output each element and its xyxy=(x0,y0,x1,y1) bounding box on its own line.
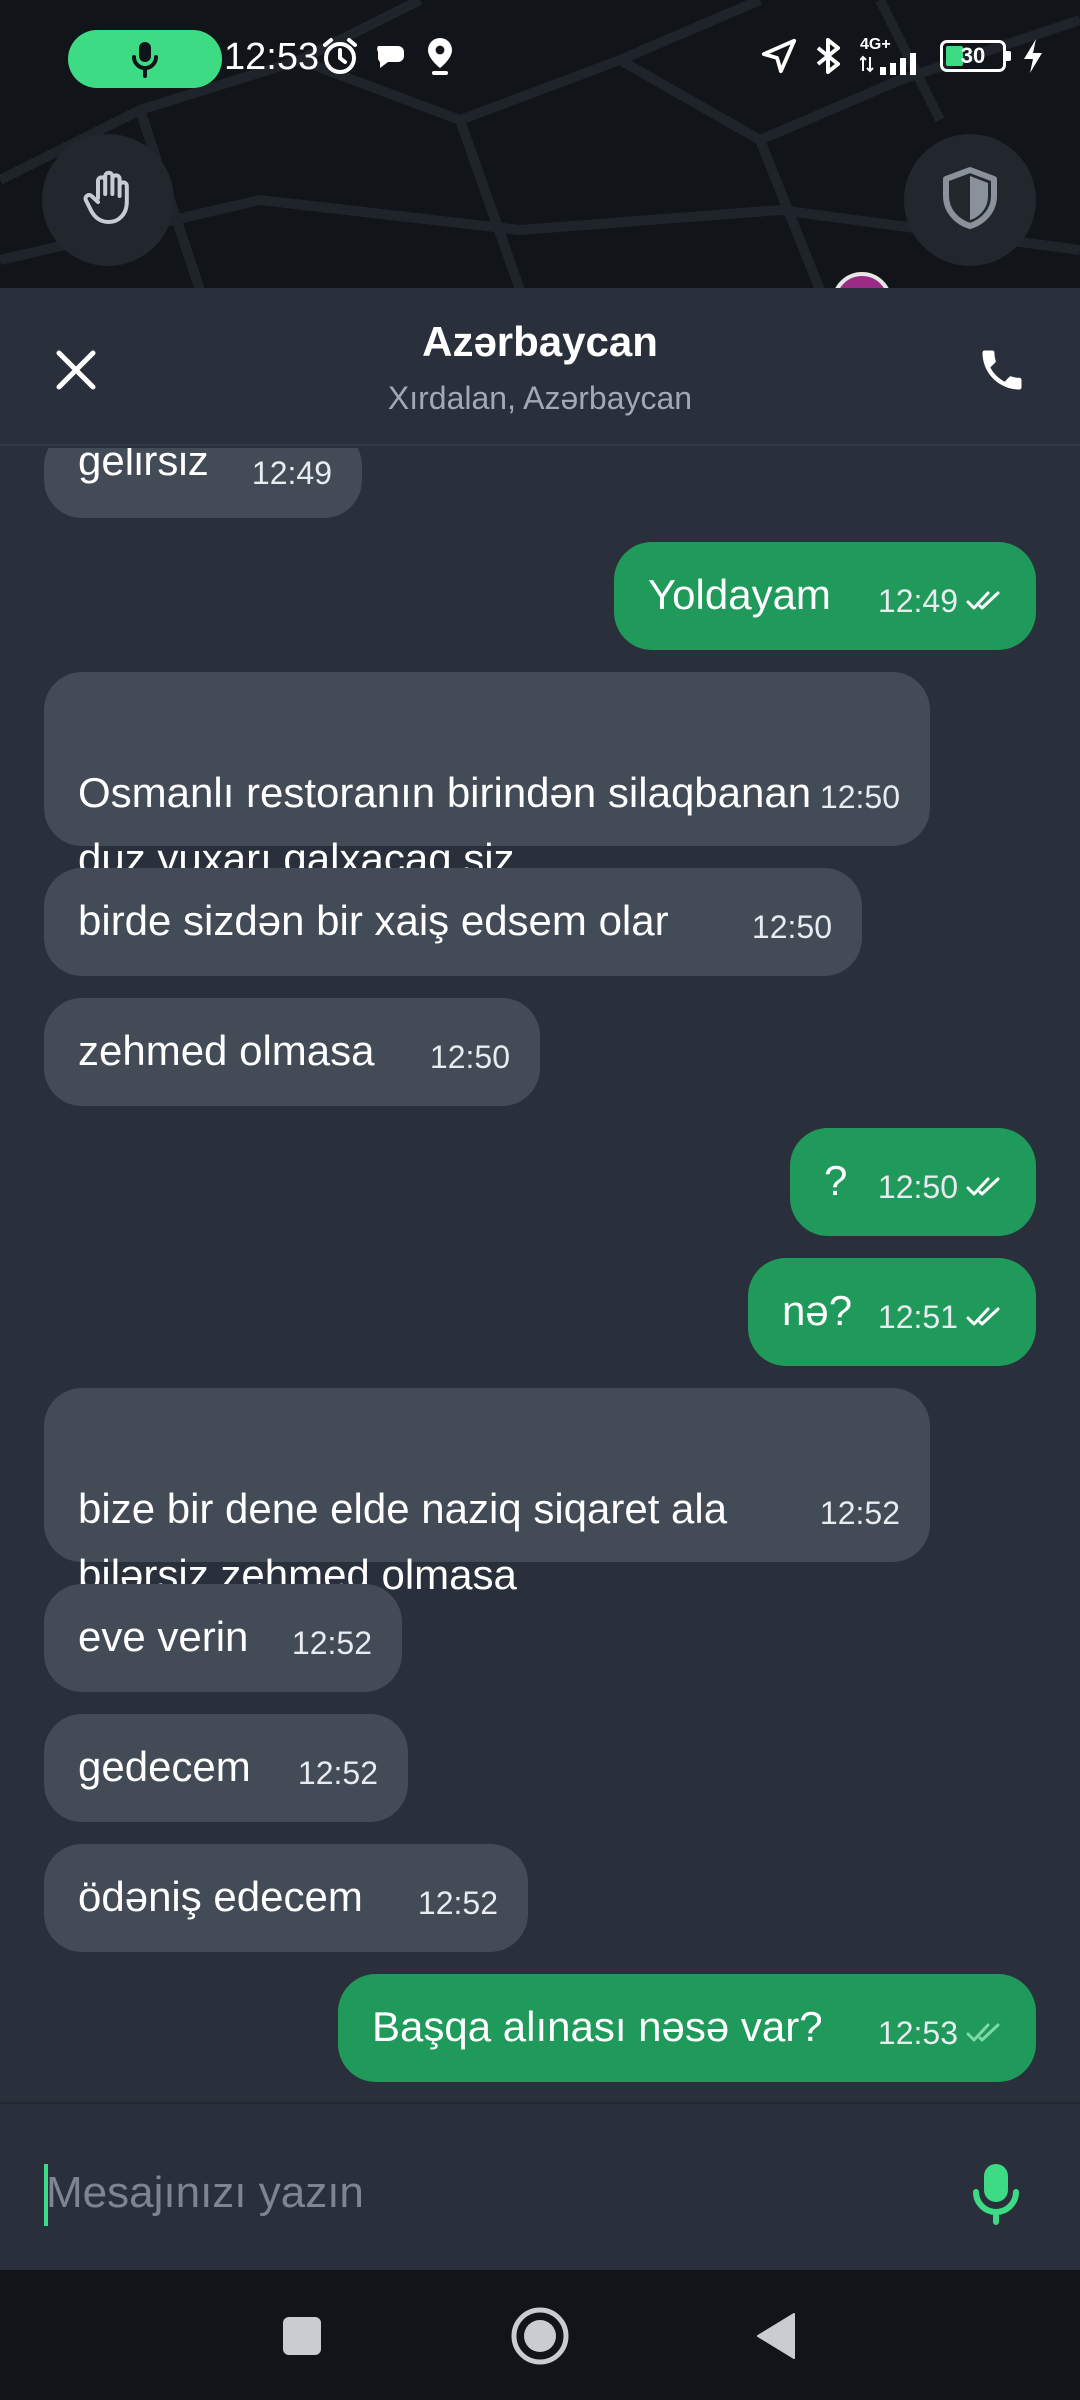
charging-bolt-icon xyxy=(1024,39,1042,73)
message-time: 12:52 xyxy=(297,1755,378,1791)
voice-message-button[interactable] xyxy=(960,2158,1032,2230)
double-check-icon xyxy=(966,2023,1000,2042)
shield-button[interactable] xyxy=(904,134,1036,266)
hand-icon xyxy=(80,168,136,233)
message-meta: 12:49 xyxy=(878,568,1006,634)
microphone-icon xyxy=(973,2164,1019,2225)
home-button[interactable] xyxy=(504,2300,576,2372)
alarm-icon xyxy=(323,38,357,74)
signal-strength-icon xyxy=(860,53,916,75)
battery-icon: 30 xyxy=(940,40,1011,72)
message-bubble-incoming: Osmanlı restoranın birindən silaqbanan d… xyxy=(44,672,930,882)
message-time: 12:53 xyxy=(877,2015,958,2051)
message-bubble-incoming: ödəniş edecem 12:52 xyxy=(44,1844,528,1952)
double-check-icon xyxy=(966,1177,1000,1196)
message-time: 12:49 xyxy=(877,583,958,619)
message-meta: 12:50 xyxy=(878,1154,1006,1220)
status-time: 12:53 xyxy=(224,36,320,78)
message-meta: 12:51 xyxy=(878,1284,1006,1350)
message-text: birde sizdən bir xaiş edsem olar xyxy=(78,897,669,944)
message-time: 12:52 xyxy=(819,1495,900,1531)
message-bubble-outgoing: Başqa alınası nəsə var? 12:53 xyxy=(338,1974,1036,2082)
message-time: 12:50 xyxy=(751,909,832,945)
chat-header: Azərbaycan Xırdalan, Azərbaycan xyxy=(0,288,1080,446)
mic-indicator-pill xyxy=(68,30,222,88)
microphone-icon xyxy=(132,42,158,78)
message-composer: Mesajınızı yazın xyxy=(0,2102,1080,2270)
location-pin-icon xyxy=(428,38,452,75)
message-meta: 12:53 xyxy=(878,2000,1006,2066)
circle-icon xyxy=(511,2307,569,2365)
message-time: 12:50 xyxy=(429,1039,510,1075)
status-bar: 12:53 4G+ 30 xyxy=(0,0,1080,120)
double-check-icon xyxy=(966,1307,1000,1326)
back-button[interactable] xyxy=(740,2300,812,2372)
bluetooth-icon xyxy=(816,38,840,74)
chat-subtitle: Xırdalan, Azərbaycan xyxy=(387,380,693,416)
hand-button[interactable] xyxy=(42,134,174,266)
message-bubble-outgoing: Yoldayam 12:49 xyxy=(614,542,1036,650)
message-time: 12:52 xyxy=(291,1625,372,1661)
message-bubble-outgoing: nə? 12:51 xyxy=(748,1258,1036,1366)
message-bubble-incoming: eve verin 12:52 xyxy=(44,1584,402,1692)
chat-title: Azərbaycan xyxy=(422,318,658,365)
back-triangle-icon xyxy=(757,2313,795,2359)
message-bubble-incoming: gedecem 12:52 xyxy=(44,1714,408,1822)
message-bubbles-icon xyxy=(377,46,404,68)
message-bubble-incoming: zehmed olmasa 12:50 xyxy=(44,998,540,1106)
recent-apps-button[interactable] xyxy=(266,2300,338,2372)
battery-level: 30 xyxy=(960,43,986,68)
message-list[interactable]: gelirsiz 12:49 Yoldayam 12:49 Osmanlı re… xyxy=(0,448,1080,2100)
double-check-icon xyxy=(966,591,1000,610)
message-time: 12:50 xyxy=(877,1169,958,1205)
navigation-arrow-icon xyxy=(761,38,797,74)
call-button[interactable] xyxy=(964,332,1040,408)
shield-icon xyxy=(940,166,1000,235)
chat-sheet: Azərbaycan Xırdalan, Azərbaycan gelirsiz… xyxy=(0,288,1080,2100)
message-bubble-incoming: gelirsiz 12:49 xyxy=(44,448,362,518)
message-input[interactable]: Mesajınızı yazın xyxy=(46,2168,364,2218)
message-time: 12:50 xyxy=(819,779,900,815)
message-time: 12:51 xyxy=(877,1299,958,1335)
message-bubble-incoming: birde sizdən bir xaiş edsem olar 12:50 xyxy=(44,868,862,976)
system-navigation-bar xyxy=(0,2270,1080,2400)
message-bubble-outgoing: ? 12:50 xyxy=(790,1128,1036,1236)
message-bubble-incoming: bize bir dene elde naziq siqaret ala bil… xyxy=(44,1388,930,1598)
message-time: 12:52 xyxy=(417,1885,498,1921)
square-icon xyxy=(283,2317,321,2355)
message-time: 12:49 xyxy=(251,455,332,491)
phone-icon xyxy=(982,350,1022,390)
network-type-label: 4G+ xyxy=(860,36,891,53)
